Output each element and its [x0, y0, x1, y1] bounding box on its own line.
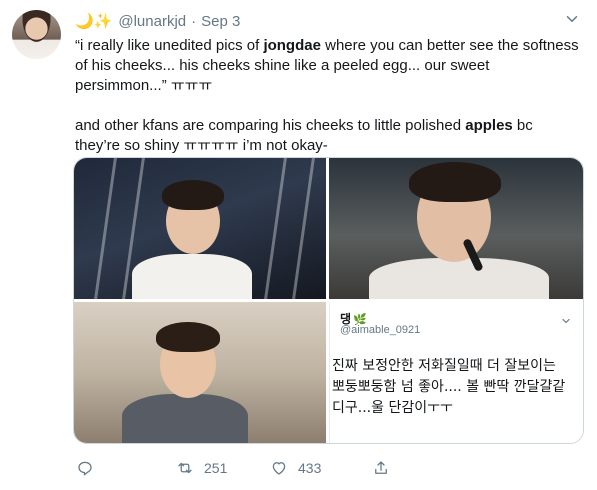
quoted-text: 진짜 보정안한 저화질일때 더 잘보이는 뽀둥뽀둥함 넘 좋아.... 볼 빤딱… — [332, 358, 566, 416]
quoted-tweet[interactable]: 댕 🌿 @aimable_0921 진짜 보정안한 저화질일때 더 잘보이는 뽀둥… — [329, 302, 583, 443]
share-icon — [375, 461, 387, 474]
hair — [162, 180, 224, 210]
photo-3[interactable] — [74, 302, 326, 443]
tweet-card[interactable]: 🌙✨ @lunarkjd · Sep 3 “i really like uned… — [0, 0, 597, 490]
tweet-paragraph-2: and other kfans are comparing his cheeks… — [75, 116, 580, 156]
highlighted-keyword: jongdae — [263, 37, 321, 54]
photo-2[interactable] — [329, 158, 583, 299]
background-light — [264, 158, 287, 299]
avatar[interactable] — [12, 10, 61, 59]
heart-icon — [272, 462, 286, 475]
tweet-text: “i really like unedited pics of jongdae … — [75, 36, 580, 156]
like-button[interactable]: 433 — [270, 459, 321, 477]
media-grid: 댕 🌿 @aimable_0921 진짜 보정안한 저화질일때 더 잘보이는 뽀둥… — [73, 157, 584, 444]
share-button[interactable] — [372, 459, 390, 477]
chevron-down-icon[interactable] — [563, 10, 581, 28]
retweet-icon — [178, 462, 192, 474]
hair — [156, 322, 220, 352]
retweet-button[interactable]: 251 — [176, 459, 227, 477]
quoted-handle[interactable]: @aimable_0921 — [340, 324, 420, 336]
reply-icon — [78, 461, 92, 476]
separator-dot: · — [191, 12, 197, 30]
background-light — [94, 158, 117, 299]
text-segment: and other kfans are comparing his cheeks… — [75, 117, 466, 134]
background-light — [292, 158, 315, 299]
chevron-down-icon[interactable] — [560, 314, 572, 326]
photo-1[interactable] — [74, 158, 326, 299]
user-handle[interactable]: @lunarkjd — [118, 13, 186, 30]
tweet-date[interactable]: Sep 3 — [201, 13, 240, 30]
jacket — [122, 394, 248, 443]
hair — [409, 162, 501, 202]
retweet-count: 251 — [204, 460, 228, 476]
tweet-paragraph-1: “i really like unedited pics of jongdae … — [75, 36, 580, 96]
display-name-emoji[interactable]: 🌙✨ — [75, 12, 112, 30]
text-segment: “i really like unedited pics of — [75, 37, 264, 54]
reply-button[interactable] — [76, 459, 104, 477]
highlighted-keyword: apples — [465, 117, 513, 134]
shirt — [369, 258, 549, 299]
tweet-header: 🌙✨ @lunarkjd · Sep 3 — [75, 11, 240, 31]
like-count: 433 — [298, 460, 322, 476]
shirt — [132, 254, 252, 299]
